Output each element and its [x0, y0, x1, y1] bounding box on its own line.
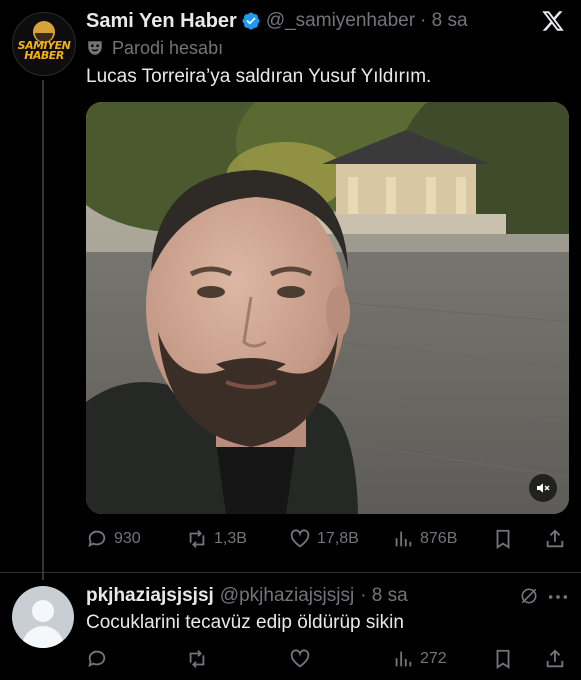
reply-like-button[interactable] — [289, 648, 317, 670]
bookmark-icon — [496, 529, 510, 549]
views-icon — [395, 651, 412, 667]
reply-header: pkjhaziajsjsjsj @pkjhaziajsjsjsj · 8 sa — [86, 584, 569, 608]
verified-badge-icon[interactable] — [241, 11, 261, 31]
thread-line — [42, 80, 44, 580]
reply-icon — [88, 650, 106, 668]
mute-button[interactable] — [529, 474, 557, 502]
tweet-text: Lucas Torreira’ya saldıran Yusuf Yıldırı… — [86, 66, 432, 87]
mute-icon — [537, 483, 550, 493]
views-button[interactable]: 876B — [392, 528, 457, 550]
reply-count: 930 — [114, 530, 141, 547]
x-logo-icon[interactable] — [541, 8, 565, 34]
views-count: 876B — [420, 530, 458, 547]
retweet-icon — [189, 650, 205, 668]
parody-label-text: Parodi hesabı — [112, 37, 224, 58]
reply-reply-button[interactable] — [86, 648, 114, 670]
reply-retweet-button[interactable] — [186, 648, 214, 670]
retweet-icon — [189, 530, 205, 548]
reply-button[interactable]: 930 — [86, 528, 141, 550]
reply-share-button[interactable] — [544, 648, 566, 670]
tweet-header: Sami Yen Haber @_samiyenhaber · 8 sa — [86, 8, 569, 34]
reply-author-handle[interactable]: @pkjhaziajsjsjsj — [220, 585, 354, 607]
tweet-divider — [0, 572, 581, 573]
retweet-count: 1,3B — [214, 530, 247, 547]
reply-text: Cocuklarini tecavüz edip öldürüp sikin — [86, 612, 404, 633]
bookmark-button[interactable] — [492, 528, 514, 550]
tweet-video[interactable] — [86, 102, 569, 514]
reply-action-bar: 272 — [86, 646, 569, 672]
bookmark-icon — [496, 649, 510, 669]
like-button[interactable]: 17,8B — [289, 528, 359, 550]
tweet-time[interactable]: · 8 sa — [420, 10, 468, 32]
reply-time[interactable]: · 8 sa — [360, 585, 408, 607]
reply-author-avatar[interactable] — [12, 586, 74, 648]
grok-icon[interactable] — [519, 586, 539, 606]
video-frame-photo — [86, 102, 569, 514]
share-button[interactable] — [544, 528, 566, 550]
share-icon — [546, 529, 564, 548]
avatar-logo-text: SAMIYEN HABER — [17, 39, 71, 62]
like-icon — [290, 529, 310, 548]
share-icon — [546, 649, 564, 668]
author-handle[interactable]: @_samiyenhaber — [266, 10, 415, 32]
author-name[interactable]: Sami Yen Haber — [86, 10, 237, 33]
tweet-action-bar: 930 1,3B 17,8B 876B — [86, 526, 569, 552]
reply-views-count: 272 — [420, 650, 447, 667]
reply-author-name[interactable]: pkjhaziajsjsjsj — [86, 585, 214, 607]
reply-icon — [88, 530, 106, 548]
views-icon — [395, 531, 412, 547]
like-count: 17,8B — [317, 530, 359, 547]
more-icon[interactable] — [547, 588, 569, 606]
like-icon — [290, 649, 310, 668]
retweet-button[interactable]: 1,3B — [186, 528, 247, 550]
parody-label: Parodi hesabı — [86, 36, 223, 60]
parody-mask-icon — [88, 41, 102, 55]
default-avatar-body — [22, 626, 64, 648]
reply-bookmark-button[interactable] — [492, 648, 514, 670]
default-avatar-head — [32, 600, 54, 622]
reply-views-button[interactable]: 272 — [392, 648, 447, 670]
author-avatar[interactable]: SAMIYEN HABER — [12, 12, 76, 76]
